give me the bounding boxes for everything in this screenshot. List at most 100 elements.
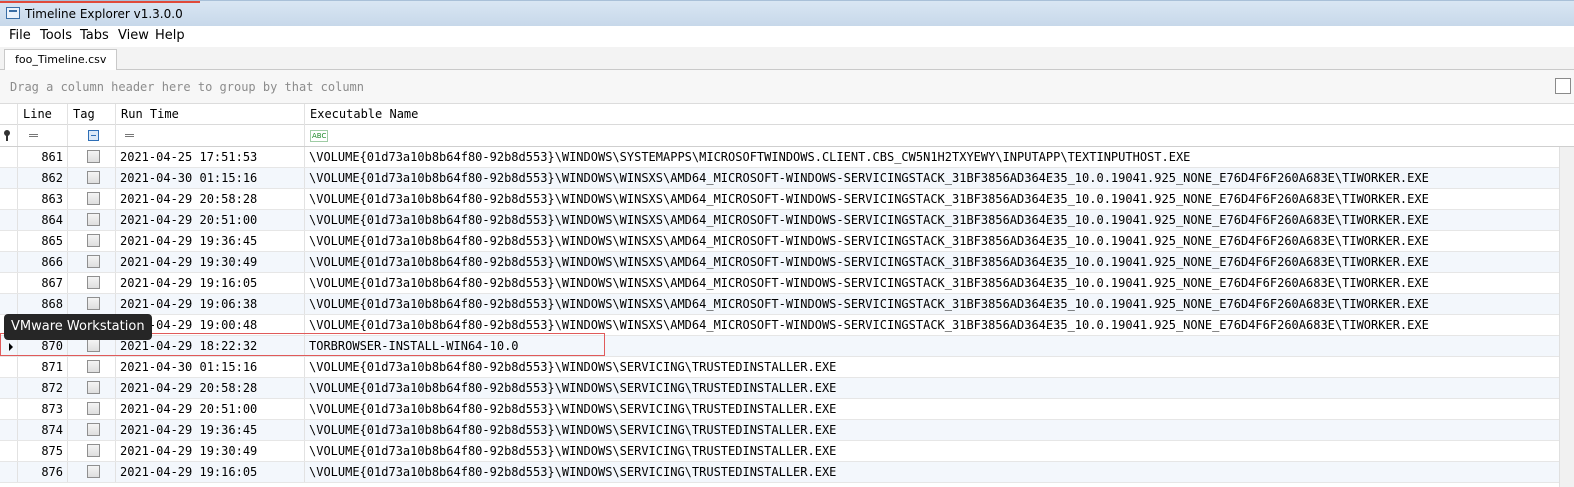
menu-file[interactable]: File bbox=[9, 28, 31, 43]
cell-line[interactable]: 865 bbox=[18, 231, 68, 251]
tag-checkbox[interactable] bbox=[87, 381, 100, 394]
tag-checkbox[interactable] bbox=[87, 276, 100, 289]
table-row[interactable]: 870 2021-04-29 18:22:32 TORBROWSER-INSTALL… bbox=[0, 336, 1559, 357]
cell-line[interactable]: 866 bbox=[18, 252, 68, 272]
column-header-run-time[interactable]: Run Time bbox=[116, 104, 305, 125]
cell-executable-name[interactable]: \VOLUME{01d73a10b8b64f80-92b8d553}\WINDO… bbox=[305, 294, 1429, 314]
table-row[interactable]: 871 2021-04-30 01:15:16 \VOLUME{01d73a10b8… bbox=[0, 357, 1559, 378]
filter-run-time[interactable] bbox=[116, 125, 305, 146]
cell-executable-name[interactable]: \VOLUME{01d73a10b8b64f80-92b8d553}\WINDO… bbox=[305, 357, 836, 377]
cell-run-time[interactable]: 2021-04-29 20:51:00 bbox=[116, 210, 305, 230]
column-header-line[interactable]: Line bbox=[18, 104, 68, 125]
tag-checkbox[interactable] bbox=[87, 465, 100, 478]
pin-icon[interactable] bbox=[4, 130, 10, 141]
cell-line[interactable]: 872 bbox=[18, 378, 68, 398]
cell-line[interactable]: 873 bbox=[18, 399, 68, 419]
table-row[interactable]: 876 2021-04-29 19:16:05 \VOLUME{01d73a10b8… bbox=[0, 462, 1559, 483]
cell-run-time[interactable]: 2021-04-29 19:30:49 bbox=[116, 252, 305, 272]
menu-help[interactable]: Help bbox=[155, 28, 185, 43]
cell-line[interactable]: 874 bbox=[18, 420, 68, 440]
row-indicator[interactable] bbox=[0, 378, 18, 398]
row-indicator[interactable] bbox=[0, 147, 18, 167]
row-indicator[interactable] bbox=[0, 462, 18, 482]
tag-checkbox[interactable] bbox=[87, 360, 100, 373]
tag-checkbox[interactable] bbox=[87, 339, 100, 352]
row-indicator[interactable] bbox=[0, 189, 18, 209]
table-row[interactable]: 872 2021-04-29 20:58:28 \VOLUME{01d73a10b8… bbox=[0, 378, 1559, 399]
tag-checkbox[interactable] bbox=[87, 150, 100, 163]
cell-executable-name[interactable]: \VOLUME{01d73a10b8b64f80-92b8d553}\WINDO… bbox=[305, 420, 836, 440]
cell-run-time[interactable]: 2021-04-29 19:06:38 bbox=[116, 294, 305, 314]
row-indicator[interactable] bbox=[0, 420, 18, 440]
cell-executable-name[interactable]: \VOLUME{01d73a10b8b64f80-92b8d553}\WINDO… bbox=[305, 273, 1429, 293]
tag-checkbox[interactable] bbox=[87, 234, 100, 247]
cell-executable-name[interactable]: \VOLUME{01d73a10b8b64f80-92b8d553}\WINDO… bbox=[305, 231, 1429, 251]
menu-tabs[interactable]: Tabs bbox=[80, 28, 109, 43]
table-row[interactable]: 862 2021-04-30 01:15:16 \VOLUME{01d73a10b8… bbox=[0, 168, 1559, 189]
tag-checkbox[interactable] bbox=[87, 444, 100, 457]
cell-executable-name[interactable]: \VOLUME{01d73a10b8b64f80-92b8d553}\WINDO… bbox=[305, 378, 836, 398]
cell-line[interactable]: 863 bbox=[18, 189, 68, 209]
row-indicator[interactable] bbox=[0, 252, 18, 272]
tag-checkbox[interactable] bbox=[87, 213, 100, 226]
table-row[interactable]: 874 2021-04-29 19:36:45 \VOLUME{01d73a10b8… bbox=[0, 420, 1559, 441]
row-indicator[interactable] bbox=[0, 210, 18, 230]
cell-line[interactable]: 862 bbox=[18, 168, 68, 188]
cell-executable-name[interactable]: \VOLUME{01d73a10b8b64f80-92b8d553}\WINDO… bbox=[305, 147, 1190, 167]
cell-executable-name[interactable]: \VOLUME{01d73a10b8b64f80-92b8d553}\WINDO… bbox=[305, 210, 1429, 230]
table-row[interactable]: 866 2021-04-29 19:30:49 \VOLUME{01d73a10b8… bbox=[0, 252, 1559, 273]
column-header-executable-name[interactable]: Executable Name bbox=[305, 104, 1559, 125]
cell-executable-name[interactable]: \VOLUME{01d73a10b8b64f80-92b8d553}\WINDO… bbox=[305, 462, 836, 482]
column-header-tag[interactable]: Tag bbox=[68, 104, 116, 125]
table-row[interactable]: 864 2021-04-29 20:51:00 \VOLUME{01d73a10b8… bbox=[0, 210, 1559, 231]
filter-line[interactable] bbox=[18, 125, 68, 146]
table-row[interactable]: 865 2021-04-29 19:36:45 \VOLUME{01d73a10b8… bbox=[0, 231, 1559, 252]
cell-executable-name[interactable]: \VOLUME{01d73a10b8b64f80-92b8d553}\WINDO… bbox=[305, 315, 1429, 335]
row-indicator[interactable] bbox=[0, 441, 18, 461]
tag-checkbox[interactable] bbox=[87, 255, 100, 268]
cell-run-time[interactable]: 2021-04-29 20:51:00 bbox=[116, 399, 305, 419]
cell-line[interactable]: 871 bbox=[18, 357, 68, 377]
table-row[interactable]: 875 2021-04-29 19:30:49 \VOLUME{01d73a10b8… bbox=[0, 441, 1559, 462]
tag-checkbox[interactable] bbox=[87, 297, 100, 310]
filter-executable-name[interactable]: ABC bbox=[305, 125, 1559, 146]
menu-tools[interactable]: Tools bbox=[40, 28, 72, 43]
cell-line[interactable]: 876 bbox=[18, 462, 68, 482]
vertical-scrollbar[interactable] bbox=[1559, 147, 1574, 487]
table-row[interactable]: 868 2021-04-29 19:06:38 \VOLUME{01d73a10b8… bbox=[0, 294, 1559, 315]
row-indicator[interactable] bbox=[0, 231, 18, 251]
cell-executable-name[interactable]: \VOLUME{01d73a10b8b64f80-92b8d553}\WINDO… bbox=[305, 252, 1429, 272]
tag-filter-checkbox-icon[interactable] bbox=[88, 130, 99, 141]
cell-run-time[interactable]: 2021-04-29 19:16:05 bbox=[116, 462, 305, 482]
row-indicator[interactable] bbox=[0, 357, 18, 377]
table-row[interactable]: 861 2021-04-25 17:51:53 \VOLUME{01d73a10b8… bbox=[0, 147, 1559, 168]
cell-executable-name[interactable]: \VOLUME{01d73a10b8b64f80-92b8d553}\WINDO… bbox=[305, 441, 836, 461]
row-indicator[interactable] bbox=[0, 399, 18, 419]
cell-run-time[interactable]: 2021-04-29 19:36:45 bbox=[116, 420, 305, 440]
cell-run-time[interactable]: 2021-04-29 19:36:45 bbox=[116, 231, 305, 251]
tag-checkbox[interactable] bbox=[87, 423, 100, 436]
tab-foo-timeline[interactable]: foo_Timeline.csv bbox=[4, 49, 118, 70]
cell-line[interactable]: 875 bbox=[18, 441, 68, 461]
row-indicator[interactable] bbox=[0, 273, 18, 293]
cell-line[interactable]: 861 bbox=[18, 147, 68, 167]
cell-executable-name[interactable]: \VOLUME{01d73a10b8b64f80-92b8d553}\WINDO… bbox=[305, 168, 1429, 188]
table-row[interactable]: 8692021-04-29 19:00:48\VOLUME{01d73a10b8… bbox=[0, 315, 1559, 336]
cell-run-time[interactable]: 2021-04-29 19:30:49 bbox=[116, 441, 305, 461]
cell-run-time[interactable]: 2021-04-29 20:58:28 bbox=[116, 189, 305, 209]
tag-checkbox[interactable] bbox=[87, 402, 100, 415]
tag-checkbox[interactable] bbox=[87, 171, 100, 184]
cell-executable-name[interactable]: TORBROWSER-INSTALL-WIN64-10.0 bbox=[305, 336, 519, 356]
tag-checkbox[interactable] bbox=[87, 192, 100, 205]
row-indicator[interactable] bbox=[0, 294, 18, 314]
cell-executable-name[interactable]: \VOLUME{01d73a10b8b64f80-92b8d553}\WINDO… bbox=[305, 399, 836, 419]
group-by-panel[interactable]: Drag a column header here to group by th… bbox=[0, 70, 1574, 104]
cell-line[interactable]: 864 bbox=[18, 210, 68, 230]
filter-tag[interactable] bbox=[68, 125, 116, 146]
row-indicator[interactable] bbox=[0, 168, 18, 188]
table-row[interactable]: 863 2021-04-29 20:58:28 \VOLUME{01d73a10b8… bbox=[0, 189, 1559, 210]
table-row[interactable]: 873 2021-04-29 20:51:00 \VOLUME{01d73a10b8… bbox=[0, 399, 1559, 420]
cell-run-time[interactable]: 2021-04-25 17:51:53 bbox=[116, 147, 305, 167]
cell-run-time[interactable]: 2021-04-30 01:15:16 bbox=[116, 168, 305, 188]
group-panel-toggle[interactable] bbox=[1555, 78, 1571, 94]
